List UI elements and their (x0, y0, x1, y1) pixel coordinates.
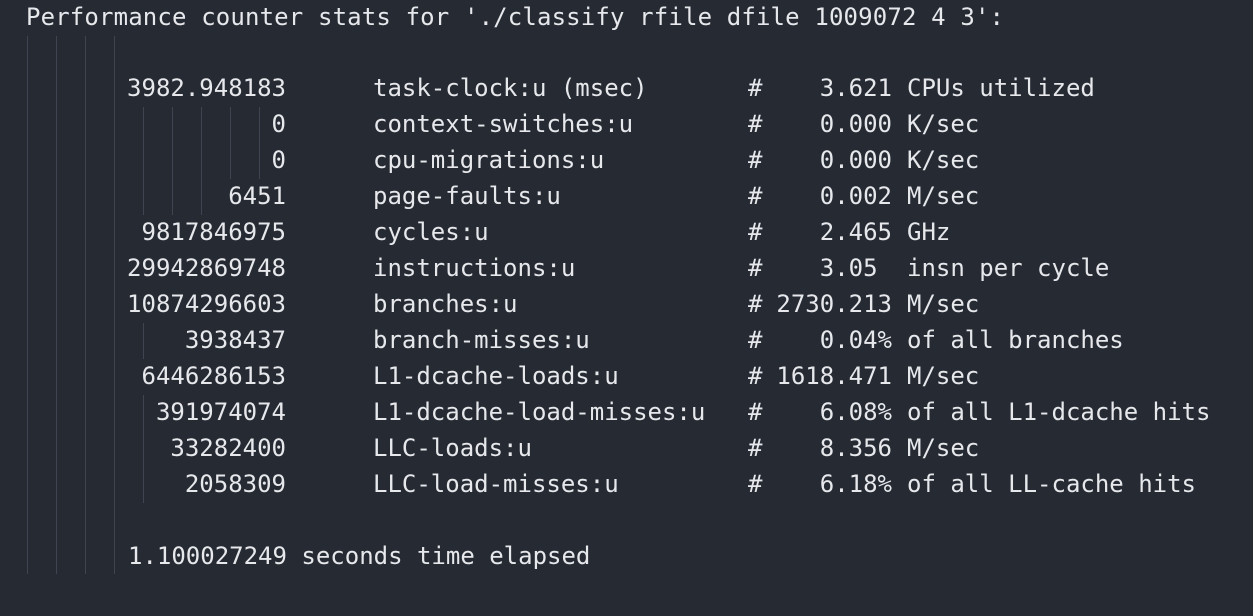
counter-metric: 3.621 (819, 74, 892, 102)
counter-event: page-faults:u (373, 182, 561, 210)
counter-row: 3938437 branch-misses:u # 0.04% of all b… (0, 322, 1253, 358)
counter-metric: 6.18% (819, 470, 892, 498)
counter-metric: 1618.471 (776, 362, 892, 390)
comment-marker: # (748, 470, 763, 498)
comment-marker: # (748, 398, 763, 426)
counter-unit: K/sec (907, 146, 980, 174)
counter-row: 2058309 LLC-load-misses:u # 6.18% of all… (0, 466, 1253, 502)
counter-unit: M/sec (907, 362, 980, 390)
comment-marker: # (748, 326, 763, 354)
counter-row: 29942869748 instructions:u # 3.05 insn p… (0, 250, 1253, 286)
counter-row: 3982.948183 task-clock:u (msec) # 3.621 … (0, 70, 1253, 106)
counter-metric: 8.356 (819, 434, 892, 462)
comment-marker: # (748, 254, 763, 282)
counter-value: 9817846975 (141, 218, 287, 246)
counter-value: 0 (271, 110, 286, 138)
counter-row: 33282400 LLC-loads:u # 8.356 M/sec (0, 430, 1253, 466)
counter-value: 33282400 (170, 434, 286, 462)
counter-unit: of all branches (907, 326, 1124, 354)
comment-marker: # (748, 362, 763, 390)
counter-metric: 0.04% (819, 326, 892, 354)
counter-event: L1-dcache-load-misses:u (373, 398, 706, 426)
counter-row: 6446286153 L1-dcache-loads:u # 1618.471 … (0, 358, 1253, 394)
counter-row: 6451 page-faults:u # 0.002 M/sec (0, 178, 1253, 214)
counter-unit: K/sec (907, 110, 980, 138)
counter-value: 0 (271, 146, 286, 174)
counter-event: LLC-load-misses:u (373, 470, 619, 498)
comment-marker: # (748, 290, 763, 318)
counter-value: 6451 (228, 182, 286, 210)
counter-unit: M/sec (907, 290, 980, 318)
counter-value: 391974074 (155, 398, 286, 426)
counter-value: 2058309 (184, 470, 286, 498)
counter-unit: M/sec (907, 434, 980, 462)
counter-event: branch-misses:u (373, 326, 590, 354)
counter-value: 10874296603 (127, 290, 286, 318)
counter-metric: 3.05 (819, 254, 892, 282)
comment-marker: # (748, 146, 763, 174)
counter-metric: 0.002 (819, 182, 892, 210)
counter-metric: 6.08% (819, 398, 892, 426)
counter-unit: M/sec (907, 182, 980, 210)
counter-unit: of all L1-dcache hits (907, 398, 1211, 426)
counter-event: instructions:u (373, 254, 576, 282)
comment-marker: # (748, 182, 763, 210)
counter-event: cpu-migrations:u (373, 146, 605, 174)
counter-event: cycles:u (373, 218, 489, 246)
comment-marker: # (748, 74, 763, 102)
counter-event: LLC-loads:u (373, 434, 532, 462)
comment-marker: # (748, 218, 763, 246)
counter-unit: GHz (907, 218, 951, 246)
counter-event: branches:u (373, 290, 518, 318)
counter-row: 9817846975 cycles:u # 2.465 GHz (0, 214, 1253, 250)
counter-unit: CPUs utilized (907, 74, 1095, 102)
counter-value: 6446286153 (141, 362, 287, 390)
counter-metric: 2730.213 (776, 290, 892, 318)
counter-row: 10874296603 branches:u # 2730.213 M/sec (0, 286, 1253, 322)
counter-value: 3938437 (184, 326, 286, 354)
perf-header: Performance counter stats for './classif… (26, 3, 1005, 31)
comment-marker: # (748, 434, 763, 462)
comment-marker: # (748, 110, 763, 138)
counter-event: task-clock:u (msec) (373, 74, 648, 102)
counter-row: 391974074 L1-dcache-load-misses:u # 6.08… (0, 394, 1253, 430)
counter-event: L1-dcache-loads:u (373, 362, 619, 390)
time-elapsed: 1.100027249 seconds time elapsed (128, 542, 591, 570)
terminal-window[interactable]: Performance counter stats for './classif… (0, 0, 1253, 616)
counter-value: 29942869748 (127, 254, 286, 282)
counter-row: 0 context-switches:u # 0.000 K/sec (0, 106, 1253, 142)
counter-metric: 0.000 (819, 110, 892, 138)
counter-value: 3982.948183 (127, 74, 286, 102)
counter-unit: of all LL-cache hits (907, 470, 1196, 498)
counter-unit: insn per cycle (907, 254, 1110, 282)
counter-metric: 0.000 (819, 146, 892, 174)
counter-row: 0 cpu-migrations:u # 0.000 K/sec (0, 142, 1253, 178)
counter-metric: 2.465 (819, 218, 892, 246)
counter-event: context-switches:u (373, 110, 634, 138)
